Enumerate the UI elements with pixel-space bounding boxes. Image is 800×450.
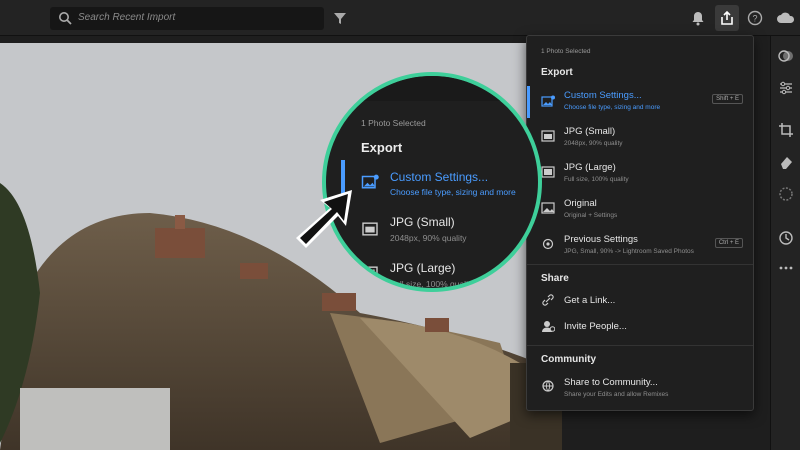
item-title: Share to Community... <box>564 377 658 388</box>
crop-icon[interactable] <box>778 122 794 138</box>
search-icon <box>59 12 72 25</box>
search-input[interactable]: Search Recent Import <box>50 7 324 30</box>
selection-count: 1 Photo Selected <box>541 48 591 55</box>
invite-people-icon <box>542 321 555 332</box>
zoom-custom-subtitle: Choose file type, sizing and more <box>390 187 516 197</box>
custom-export-icon <box>541 95 555 107</box>
more-icon[interactable] <box>778 260 794 276</box>
menu-item-previous-settings[interactable]: Previous Settings JPG, Small, 90% -> Lig… <box>527 230 753 262</box>
item-title: JPG (Large) <box>564 162 616 173</box>
link-icon <box>542 294 554 306</box>
filter-icon[interactable] <box>332 10 348 26</box>
item-subtitle: Share your Edits and allow Remixes <box>564 391 669 398</box>
zoom-small-subtitle: 2048px, 90% quality <box>390 233 467 243</box>
item-subtitle: Original + Settings <box>564 212 618 219</box>
item-title: Previous Settings <box>564 234 638 245</box>
item-subtitle: Choose file type, sizing and more <box>564 104 661 111</box>
zoom-export-heading: Export <box>361 140 403 155</box>
zoom-small-title: JPG (Small) <box>390 215 455 229</box>
masking-icon[interactable] <box>778 186 794 202</box>
presets-icon[interactable] <box>778 48 794 64</box>
keyboard-shortcut: Shift + E <box>712 94 743 104</box>
previous-settings-icon <box>542 238 554 250</box>
item-subtitle: 2048px, 90% quality <box>564 140 623 147</box>
item-title: Custom Settings... <box>564 90 642 101</box>
menu-item-get-link[interactable]: Get a Link... <box>527 290 753 310</box>
item-title: JPG (Small) <box>564 126 616 137</box>
divider <box>527 264 753 265</box>
keyboard-shortcut: Ctrl + E <box>714 238 743 248</box>
cloud-icon[interactable] <box>776 10 796 26</box>
photo-icon <box>541 202 555 214</box>
zoom-image-icon <box>362 222 378 236</box>
menu-item-original[interactable]: Original Original + Settings <box>527 194 753 226</box>
healing-eraser-icon[interactable] <box>778 154 794 170</box>
menu-item-jpg-small[interactable]: JPG (Small) 2048px, 90% quality <box>527 122 753 154</box>
right-tool-rail <box>770 36 800 450</box>
image-icon <box>541 130 555 142</box>
edit-sliders-icon[interactable] <box>778 80 794 96</box>
magnifier-top-strip <box>326 76 538 101</box>
svg-text:?: ? <box>752 14 757 24</box>
item-title: Get a Link... <box>564 295 616 306</box>
zoom-large-subtitle: Full size, 100% quality <box>390 279 475 289</box>
item-subtitle: JPG, Small, 90% -> Lightroom Saved Photo… <box>564 248 694 255</box>
help-icon[interactable]: ? <box>747 10 763 26</box>
menu-item-custom-settings[interactable]: Custom Settings... Choose file type, siz… <box>527 86 753 118</box>
magnifier-callout: 1 Photo Selected Export Custom Settings.… <box>322 72 542 292</box>
share-button[interactable] <box>715 5 739 31</box>
search-placeholder: Search Recent Import <box>78 12 176 23</box>
zoom-custom-title: Custom Settings... <box>390 170 489 184</box>
pointer-arrow-icon <box>296 190 352 248</box>
item-title: Invite People... <box>564 321 627 332</box>
image-icon <box>541 166 555 178</box>
share-heading: Share <box>541 273 569 284</box>
zoom-image-icon <box>362 266 378 280</box>
divider <box>527 345 753 346</box>
item-subtitle: Full size, 100% quality <box>564 176 629 183</box>
zoom-custom-export-icon <box>361 174 379 189</box>
share-icon <box>721 10 733 25</box>
export-heading: Export <box>541 67 573 78</box>
history-icon[interactable] <box>778 230 794 246</box>
menu-item-share-to-community[interactable]: Share to Community... Share your Edits a… <box>527 372 753 402</box>
zoom-large-title: JPG (Large) <box>390 261 456 275</box>
item-title: Original <box>564 198 597 209</box>
share-export-menu: 1 Photo Selected Export Custom Settings.… <box>526 35 754 411</box>
community-heading: Community <box>541 354 596 365</box>
zoom-selection-count: 1 Photo Selected <box>361 118 426 128</box>
menu-item-jpg-large[interactable]: JPG (Large) Full size, 100% quality <box>527 158 753 190</box>
top-toolbar: Search Recent Import ? <box>0 0 800 36</box>
notification-icon[interactable] <box>690 10 706 26</box>
globe-icon <box>542 380 554 392</box>
menu-item-invite-people[interactable]: Invite People... <box>527 316 753 336</box>
